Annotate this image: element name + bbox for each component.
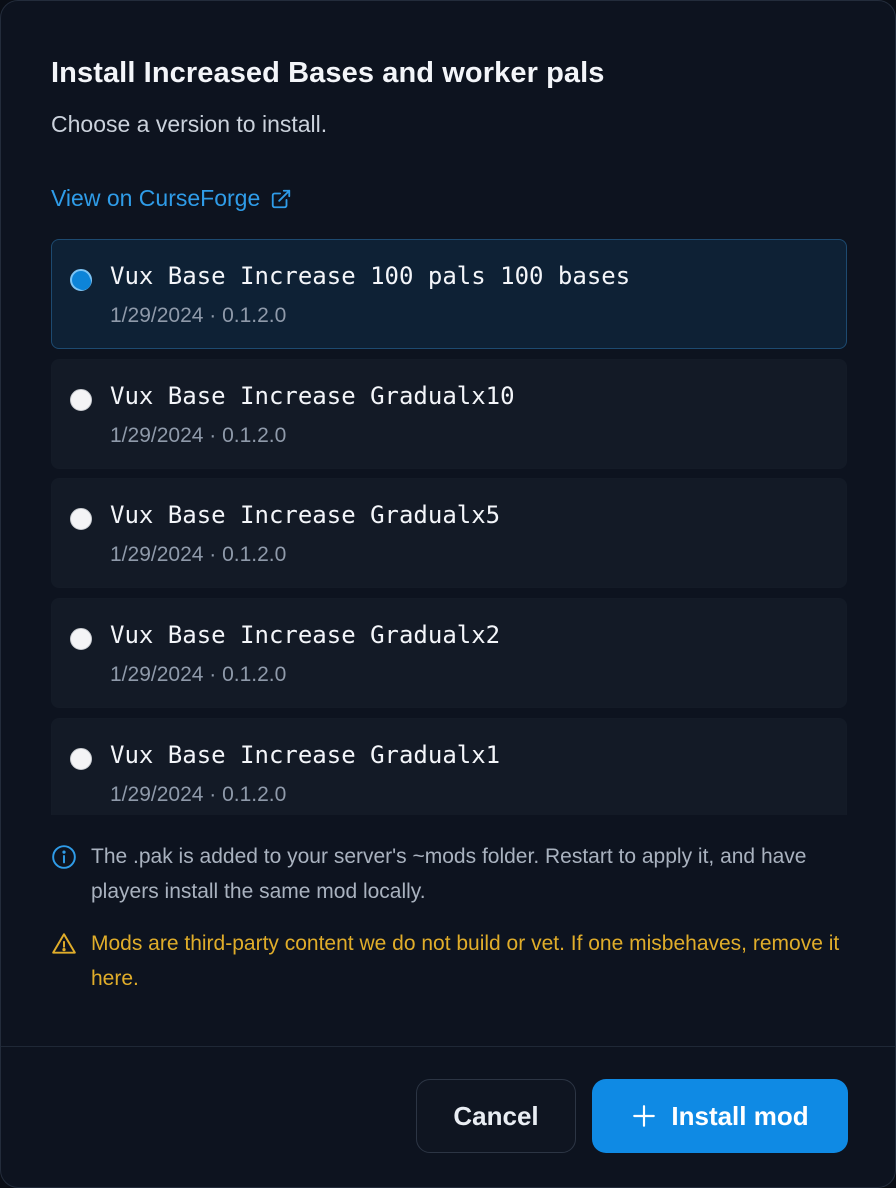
radio-button[interactable]	[70, 389, 92, 411]
view-on-curseforge-link[interactable]: View on CurseForge	[51, 185, 292, 212]
radio-button[interactable]	[70, 508, 92, 530]
version-option[interactable]: Vux Base Increase 100 pals 100 bases 1/2…	[51, 239, 847, 349]
version-name: Vux Base Increase 100 pals 100 bases	[110, 262, 631, 290]
warning-note: Mods are third-party content we do not b…	[51, 926, 851, 996]
install-mod-label: Install mod	[671, 1100, 809, 1131]
warning-icon	[51, 926, 77, 996]
version-list[interactable]: Vux Base Increase 100 pals 100 bases 1/2…	[51, 239, 847, 815]
version-meta: 1/29/2024 · 0.1.2.0	[110, 663, 287, 686]
version-name: Vux Base Increase Gradualx5	[110, 501, 501, 529]
version-meta: 1/29/2024 · 0.1.2.0	[110, 783, 287, 806]
install-mod-button[interactable]: Install mod	[592, 1079, 848, 1153]
version-option[interactable]: Vux Base Increase Gradualx10 1/29/2024 ·…	[51, 359, 847, 469]
version-meta: 1/29/2024 · 0.1.2.0	[110, 304, 287, 327]
warning-note-text: Mods are third-party content we do not b…	[91, 932, 840, 990]
dialog-title: Install Increased Bases and worker pals	[51, 57, 605, 89]
cancel-button[interactable]: Cancel	[416, 1079, 576, 1153]
info-note-text: The .pak is added to your server's ~mods…	[91, 845, 807, 903]
plus-icon	[633, 1105, 656, 1127]
version-meta: 1/29/2024 · 0.1.2.0	[110, 424, 287, 447]
dialog-subtitle: Choose a version to install.	[51, 111, 328, 137]
external-link-icon	[272, 189, 291, 208]
version-name: Vux Base Increase Gradualx1	[110, 741, 501, 769]
info-note: The .pak is added to your server's ~mods…	[51, 839, 851, 909]
version-name: Vux Base Increase Gradualx2	[110, 621, 501, 649]
version-option[interactable]: Vux Base Increase Gradualx5 1/29/2024 · …	[51, 478, 847, 588]
version-option[interactable]: Vux Base Increase Gradualx2 1/29/2024 · …	[51, 598, 847, 708]
radio-button[interactable]	[70, 628, 92, 650]
install-mod-dialog: Install Increased Bases and worker pals …	[0, 0, 896, 1188]
version-meta: 1/29/2024 · 0.1.2.0	[110, 543, 287, 566]
curseforge-link-label: View on CurseForge	[51, 185, 261, 211]
radio-button[interactable]	[70, 748, 92, 770]
version-name: Vux Base Increase Gradualx10	[110, 382, 515, 410]
footer-divider	[1, 1046, 895, 1047]
info-icon	[51, 839, 77, 909]
version-option[interactable]: Vux Base Increase Gradualx1 1/29/2024 · …	[51, 718, 847, 815]
radio-button-selected[interactable]	[70, 269, 92, 291]
